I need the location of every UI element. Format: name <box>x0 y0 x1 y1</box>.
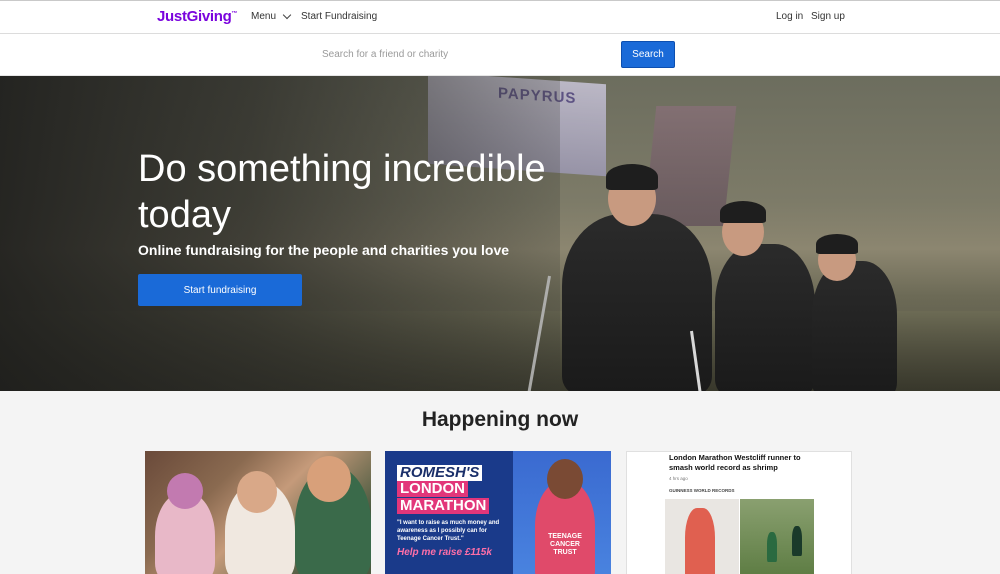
runner-figure <box>767 532 777 562</box>
shirt-text: TEENAGE CANCER TRUST <box>548 533 582 556</box>
hero-title: Do something incredible today <box>138 148 546 236</box>
login-link[interactable]: Log in <box>776 11 803 22</box>
search-bar: Search <box>0 34 1000 76</box>
story-card[interactable]: London Marathon Westcliff runner to smas… <box>626 451 852 574</box>
justgiving-logo[interactable]: JustGiving™ <box>157 8 238 25</box>
promo-help-text: Help me raise £115k <box>397 547 492 558</box>
card-photo-head <box>167 473 203 509</box>
runner-head <box>547 459 583 499</box>
story-card[interactable]: ROMESH'S LONDON MARATHON "I want to rais… <box>385 451 611 574</box>
article-image <box>740 499 814 574</box>
promo-quote: "I want to raise as much money and aware… <box>397 520 500 542</box>
signup-link[interactable]: Sign up <box>811 11 845 22</box>
hero-subtitle: Online fundraising for the people and ch… <box>138 242 510 258</box>
search-input[interactable] <box>316 41 616 68</box>
top-nav: JustGiving™ Menu Start Fundraising Log i… <box>0 0 1000 34</box>
promo-line-2: LONDON <box>397 481 468 497</box>
article-source: GUINNESS WORLD RECORDS <box>669 488 735 493</box>
hiker-3-hat <box>816 234 858 254</box>
chevron-down-icon <box>282 10 292 20</box>
shrimp-costume <box>685 508 715 574</box>
card-photo-head <box>307 456 351 502</box>
hiker-1 <box>562 214 712 391</box>
article-time: 4 hrs ago <box>669 476 688 481</box>
hiker-2-hat <box>720 201 766 223</box>
promo-line-1: ROMESH'S <box>397 465 483 481</box>
hiker-1-hat <box>606 164 658 190</box>
hiker-3 <box>812 261 897 391</box>
card-photo-head <box>237 471 277 513</box>
happening-now-title: Happening now <box>421 408 579 431</box>
search-button[interactable]: Search <box>621 41 675 68</box>
article-title: London Marathon Westcliff runner to smas… <box>669 453 801 472</box>
story-card[interactable] <box>145 451 371 574</box>
menu-dropdown[interactable]: Menu <box>251 10 292 22</box>
runner-figure <box>792 526 802 556</box>
start-fundraising-button[interactable]: Start fundraising <box>138 274 302 306</box>
hero-banner: PAPYRUS Do something incredible today On… <box>0 76 1000 391</box>
promo-line-3: MARATHON <box>397 498 490 514</box>
start-fundraising-link[interactable]: Start Fundraising <box>301 11 377 22</box>
menu-label: Menu <box>251 11 277 22</box>
hiker-2 <box>715 244 815 391</box>
